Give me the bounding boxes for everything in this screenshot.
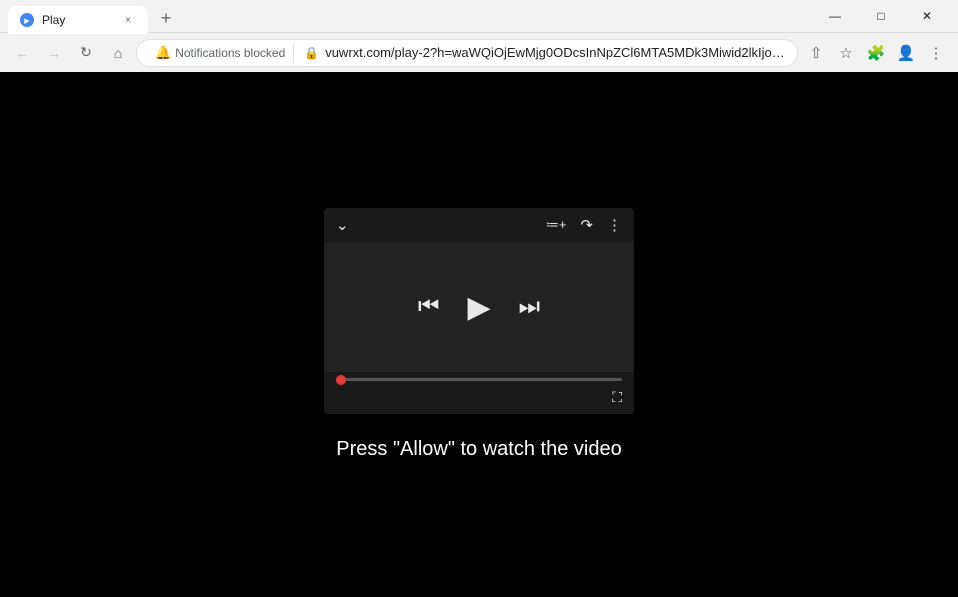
progress-dot — [336, 375, 346, 385]
toolbar-icons: ⇧ ☆ 🧩 👤 ⋮ — [802, 39, 950, 67]
tab-title: Play — [42, 13, 112, 27]
bookmark-button[interactable]: ☆ — [832, 39, 860, 67]
new-tab-button[interactable]: + — [152, 4, 180, 32]
play-button[interactable]: ▶ — [467, 290, 490, 325]
home-button[interactable]: ⌂ — [104, 39, 132, 67]
player-screen: ⏮ ▶ ⏭ — [324, 242, 634, 372]
chevron-down-icon[interactable]: ⌄ — [336, 216, 349, 234]
page-content: ⌄ ≔+ ↷ ⋮ ⏮ ▶ ⏭ ⛶ Press "Allow" to watch … — [0, 72, 958, 597]
bell-icon: 🔔 — [155, 45, 171, 61]
svg-text:▶: ▶ — [24, 18, 30, 25]
tab-area: ▶ Play × + — [8, 0, 812, 32]
profile-button[interactable]: 👤 — [892, 39, 920, 67]
tab-favicon: ▶ — [20, 13, 34, 27]
video-player: ⌄ ≔+ ↷ ⋮ ⏮ ▶ ⏭ ⛶ — [324, 208, 634, 414]
forward-button[interactable]: → — [40, 39, 68, 67]
refresh-button[interactable]: ↻ — [72, 39, 100, 67]
progress-track[interactable] — [336, 378, 622, 381]
queue-icon[interactable]: ≔+ — [546, 217, 567, 233]
title-bar: ▶ Play × + — □ ✕ — [0, 0, 958, 32]
window-controls: — □ ✕ — [812, 0, 950, 32]
player-progress[interactable] — [324, 372, 634, 385]
extensions-button[interactable]: 🧩 — [862, 39, 890, 67]
lock-icon: 🔒 — [304, 46, 319, 60]
address-bar: ← → ↻ ⌂ 🔔 Notifications blocked 🔒 vuwrxt… — [0, 32, 958, 72]
player-top-bar: ⌄ ≔+ ↷ ⋮ — [324, 208, 634, 242]
share-icon[interactable]: ↷ — [580, 216, 593, 234]
notifications-blocked-indicator[interactable]: 🔔 Notifications blocked — [147, 43, 294, 63]
tab-close-button[interactable]: × — [120, 12, 136, 28]
menu-button[interactable]: ⋮ — [922, 39, 950, 67]
previous-button[interactable]: ⏮ — [418, 293, 440, 321]
next-button[interactable]: ⏭ — [519, 293, 541, 321]
url-display: vuwrxt.com/play-2?h=waWQiOjEwMjg0ODcsInN… — [325, 45, 787, 60]
player-top-right: ≔+ ↷ ⋮ — [546, 216, 622, 234]
more-options-icon[interactable]: ⋮ — [607, 216, 622, 234]
address-input[interactable]: 🔔 Notifications blocked 🔒 vuwrxt.com/pla… — [136, 39, 798, 67]
fullscreen-button[interactable]: ⛶ — [612, 389, 622, 406]
player-top-left: ⌄ — [336, 216, 349, 234]
active-tab[interactable]: ▶ Play × — [8, 6, 148, 34]
share-button[interactable]: ⇧ — [802, 39, 830, 67]
notifications-blocked-label: Notifications blocked — [175, 46, 285, 60]
player-bottom-bar: ⛶ — [324, 385, 634, 414]
maximize-button[interactable]: □ — [858, 0, 904, 32]
minimize-button[interactable]: — — [812, 0, 858, 32]
prompt-text: Press "Allow" to watch the video — [336, 438, 621, 461]
close-button[interactable]: ✕ — [904, 0, 950, 32]
back-button[interactable]: ← — [8, 39, 36, 67]
